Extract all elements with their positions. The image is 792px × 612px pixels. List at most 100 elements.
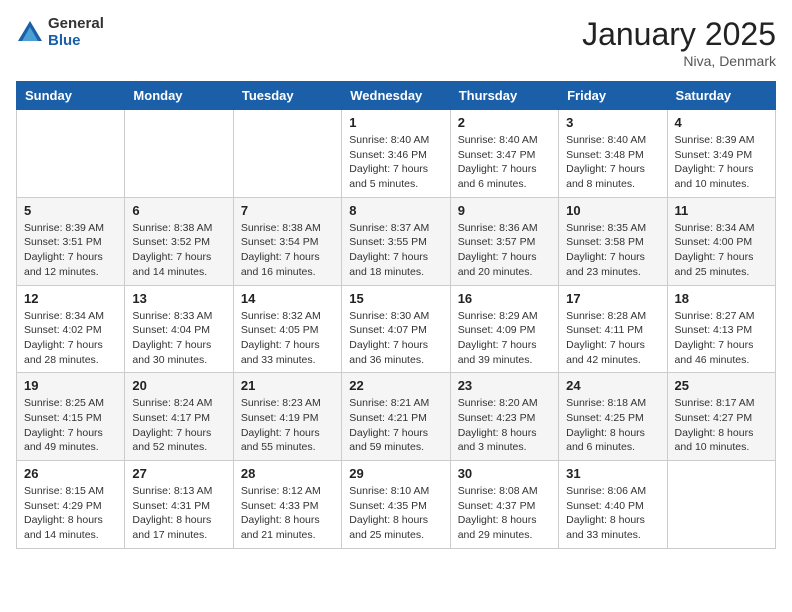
day-info: Sunrise: 8:40 AM Sunset: 3:48 PM Dayligh… [566,133,659,192]
calendar-table: SundayMondayTuesdayWednesdayThursdayFrid… [16,81,776,549]
calendar-cell: 23 Sunrise: 8:20 AM Sunset: 4:23 PM Dayli… [450,373,558,461]
calendar-cell: 30Sunrise: 8:08 AM Sunset: 4:37 PM Dayli… [450,461,558,549]
day-number: 8 [349,203,442,218]
calendar-cell: 26Sunrise: 8:15 AM Sunset: 4:29 PM Dayli… [17,461,125,549]
day-info: Sunrise: 8:38 AM Sunset: 3:54 PM Dayligh… [241,221,334,280]
day-header-sunday: Sunday [17,82,125,110]
logo-general: General [48,16,104,33]
day-number: 18 [675,291,768,306]
calendar-week-2: 5 Sunrise: 8:39 AM Sunset: 3:51 PM Daylig… [17,197,776,285]
calendar-cell: 3 Sunrise: 8:40 AM Sunset: 3:48 PM Daylig… [559,110,667,198]
day-number: 20 [132,378,225,393]
calendar-cell: 29 Sunrise: 8:10 AM Sunset: 4:35 PM Dayli… [342,461,450,549]
day-info: Sunrise: 8:30 AM Sunset: 4:07 PM Dayligh… [349,309,442,368]
day-info: Sunrise: 8:33 AM Sunset: 4:04 PM Dayligh… [132,309,225,368]
day-info: Sunrise: 8:20 AM Sunset: 4:23 PM Dayligh… [458,396,551,455]
day-info: Sunrise: 8:13 AM Sunset: 4:31 PM Dayligh… [132,484,225,543]
day-number: 2 [458,115,551,130]
day-header-monday: Monday [125,82,233,110]
calendar-cell: 17 Sunrise: 8:28 AM Sunset: 4:11 PM Dayli… [559,285,667,373]
day-number: 3 [566,115,659,130]
calendar-cell: 25 Sunrise: 8:17 AM Sunset: 4:27 PM Dayli… [667,373,775,461]
logo: General Blue [16,16,104,49]
day-number: 13 [132,291,225,306]
day-number: 10 [566,203,659,218]
logo-icon [16,19,44,47]
day-info: Sunrise: 8:23 AM Sunset: 4:19 PM Dayligh… [241,396,334,455]
calendar-cell: 10Sunrise: 8:35 AM Sunset: 3:58 PM Dayli… [559,197,667,285]
day-number: 30 [458,466,551,481]
day-info: Sunrise: 8:38 AM Sunset: 3:52 PM Dayligh… [132,221,225,280]
calendar-cell: 12Sunrise: 8:34 AM Sunset: 4:02 PM Dayli… [17,285,125,373]
day-info: Sunrise: 8:39 AM Sunset: 3:49 PM Dayligh… [675,133,768,192]
day-number: 19 [24,378,117,393]
day-number: 29 [349,466,442,481]
day-info: Sunrise: 8:21 AM Sunset: 4:21 PM Dayligh… [349,396,442,455]
day-number: 17 [566,291,659,306]
day-number: 27 [132,466,225,481]
calendar-cell: 14 Sunrise: 8:32 AM Sunset: 4:05 PM Dayli… [233,285,341,373]
calendar-cell [233,110,341,198]
day-number: 26 [24,466,117,481]
day-number: 25 [675,378,768,393]
day-number: 31 [566,466,659,481]
calendar-cell [125,110,233,198]
calendar-cell: 5 Sunrise: 8:39 AM Sunset: 3:51 PM Daylig… [17,197,125,285]
day-number: 7 [241,203,334,218]
day-number: 1 [349,115,442,130]
day-info: Sunrise: 8:34 AM Sunset: 4:00 PM Dayligh… [675,221,768,280]
day-info: Sunrise: 8:10 AM Sunset: 4:35 PM Dayligh… [349,484,442,543]
day-info: Sunrise: 8:32 AM Sunset: 4:05 PM Dayligh… [241,309,334,368]
day-number: 15 [349,291,442,306]
calendar-cell: 11 Sunrise: 8:34 AM Sunset: 4:00 PM Dayli… [667,197,775,285]
day-number: 14 [241,291,334,306]
calendar-cell: 18Sunrise: 8:27 AM Sunset: 4:13 PM Dayli… [667,285,775,373]
day-header-friday: Friday [559,82,667,110]
calendar-week-3: 12Sunrise: 8:34 AM Sunset: 4:02 PM Dayli… [17,285,776,373]
day-number: 11 [675,203,768,218]
day-info: Sunrise: 8:06 AM Sunset: 4:40 PM Dayligh… [566,484,659,543]
calendar-cell: 13 Sunrise: 8:33 AM Sunset: 4:04 PM Dayli… [125,285,233,373]
calendar-cell: 27 Sunrise: 8:13 AM Sunset: 4:31 PM Dayli… [125,461,233,549]
calendar-cell: 16 Sunrise: 8:29 AM Sunset: 4:09 PM Dayli… [450,285,558,373]
calendar-cell: 31 Sunrise: 8:06 AM Sunset: 4:40 PM Dayli… [559,461,667,549]
day-number: 24 [566,378,659,393]
calendar-cell [667,461,775,549]
calendar-cell: 9 Sunrise: 8:36 AM Sunset: 3:57 PM Daylig… [450,197,558,285]
calendar-cell: 2 Sunrise: 8:40 AM Sunset: 3:47 PM Daylig… [450,110,558,198]
day-info: Sunrise: 8:36 AM Sunset: 3:57 PM Dayligh… [458,221,551,280]
day-info: Sunrise: 8:25 AM Sunset: 4:15 PM Dayligh… [24,396,117,455]
day-number: 12 [24,291,117,306]
calendar-cell [17,110,125,198]
calendar-cell: 24 Sunrise: 8:18 AM Sunset: 4:25 PM Dayli… [559,373,667,461]
day-info: Sunrise: 8:28 AM Sunset: 4:11 PM Dayligh… [566,309,659,368]
day-header-tuesday: Tuesday [233,82,341,110]
month-title: January 2025 [582,16,776,53]
day-info: Sunrise: 8:29 AM Sunset: 4:09 PM Dayligh… [458,309,551,368]
day-info: Sunrise: 8:37 AM Sunset: 3:55 PM Dayligh… [349,221,442,280]
day-number: 4 [675,115,768,130]
calendar-cell: 1 Sunrise: 8:40 AM Sunset: 3:46 PM Daylig… [342,110,450,198]
day-info: Sunrise: 8:18 AM Sunset: 4:25 PM Dayligh… [566,396,659,455]
calendar-header-row: SundayMondayTuesdayWednesdayThursdayFrid… [17,82,776,110]
day-number: 5 [24,203,117,218]
day-header-thursday: Thursday [450,82,558,110]
day-info: Sunrise: 8:40 AM Sunset: 3:47 PM Dayligh… [458,133,551,192]
day-number: 23 [458,378,551,393]
day-info: Sunrise: 8:39 AM Sunset: 3:51 PM Dayligh… [24,221,117,280]
calendar-week-1: 1 Sunrise: 8:40 AM Sunset: 3:46 PM Daylig… [17,110,776,198]
day-info: Sunrise: 8:17 AM Sunset: 4:27 PM Dayligh… [675,396,768,455]
day-number: 16 [458,291,551,306]
calendar-week-5: 26Sunrise: 8:15 AM Sunset: 4:29 PM Dayli… [17,461,776,549]
day-number: 22 [349,378,442,393]
calendar-cell: 7 Sunrise: 8:38 AM Sunset: 3:54 PM Daylig… [233,197,341,285]
day-info: Sunrise: 8:40 AM Sunset: 3:46 PM Dayligh… [349,133,442,192]
day-number: 21 [241,378,334,393]
day-number: 6 [132,203,225,218]
day-info: Sunrise: 8:24 AM Sunset: 4:17 PM Dayligh… [132,396,225,455]
day-number: 9 [458,203,551,218]
calendar-cell: 19 Sunrise: 8:25 AM Sunset: 4:15 PM Dayli… [17,373,125,461]
day-header-saturday: Saturday [667,82,775,110]
calendar-cell: 15 Sunrise: 8:30 AM Sunset: 4:07 PM Dayli… [342,285,450,373]
calendar-cell: 21 Sunrise: 8:23 AM Sunset: 4:19 PM Dayli… [233,373,341,461]
